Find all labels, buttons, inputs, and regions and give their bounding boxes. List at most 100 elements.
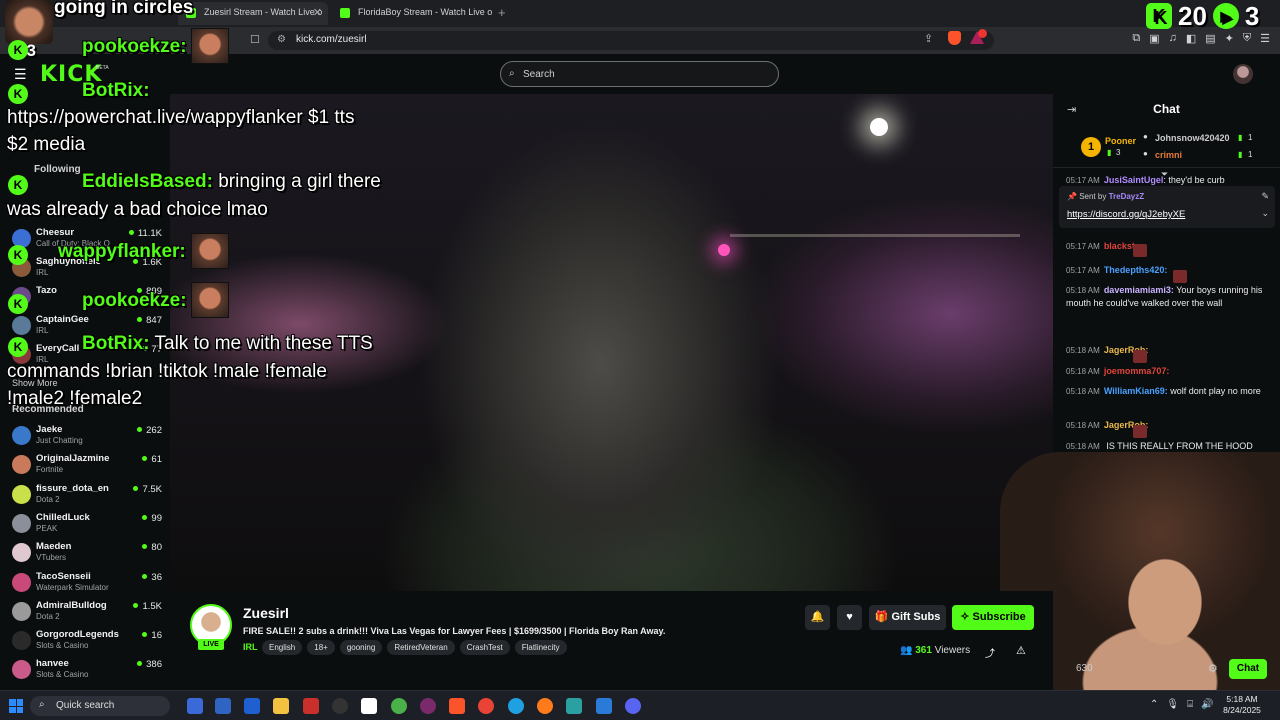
stream-tag[interactable]: 18+ [307, 640, 335, 655]
channel-item[interactable]: AdmiralBulldog Dota 2 1.5K [12, 598, 162, 626]
category-link[interactable]: IRL [243, 642, 258, 652]
leo-icon[interactable]: ✦ [1225, 32, 1234, 45]
chat-username[interactable]: joemomma707: [1104, 366, 1170, 376]
third-name[interactable]: crimni [1155, 150, 1182, 160]
clock[interactable]: 5:18 AM 8/24/2025 [1222, 694, 1262, 716]
wallet-icon[interactable]: ▣ [1149, 32, 1159, 45]
streamer-name[interactable]: Zuesirl [243, 605, 289, 621]
stream-tag[interactable]: RetiredVeteran [387, 640, 455, 655]
stream-tag[interactable]: CrashTest [459, 640, 510, 655]
follow-button[interactable]: ♥ [837, 605, 862, 630]
new-tab-icon[interactable]: + [498, 5, 506, 20]
wallet-icon[interactable]: ▤ [1205, 32, 1215, 45]
channel-category: Waterpark Simulator [36, 582, 109, 592]
chat-username[interactable]: WilliamKian69: [1104, 386, 1168, 396]
vscode-icon[interactable] [596, 698, 612, 714]
chat-username[interactable]: JusiSaintUgel [1104, 175, 1164, 185]
viewer-count: 847 [137, 315, 162, 326]
brave-shield-icon[interactable] [948, 31, 961, 45]
channel-category: IRL [36, 268, 49, 277]
tag-list: English 18+ gooning RetiredVeteran CrashTest… [262, 640, 567, 655]
pin-sender-name[interactable]: TreDayzZ [1109, 192, 1145, 201]
user-avatar[interactable] [1233, 64, 1253, 84]
live-dot [142, 544, 148, 550]
app-icon[interactable] [391, 698, 407, 714]
word-icon[interactable] [215, 698, 231, 714]
tab-zuesirl[interactable]: Zuesirl Stream - Watch Live o ✕ [178, 2, 328, 25]
network-icon[interactable]: ⌸ [1187, 699, 1193, 710]
close-tab-icon[interactable]: ✕ [313, 6, 322, 19]
channel-item[interactable]: ChilledLuck PEAK 99 [12, 510, 162, 538]
app-icon[interactable] [244, 698, 260, 714]
stream-tag[interactable]: Flatlinecity [514, 640, 567, 655]
timestamp: 05:18 AM [1066, 387, 1100, 396]
overlay-message: wappyflanker: [58, 241, 186, 263]
menu-icon[interactable]: ☰ [1260, 32, 1270, 45]
chevron-down-icon[interactable]: ⌄ [1261, 208, 1269, 219]
pinned-link[interactable]: https://discord.gg/qJ2ebyXE [1067, 209, 1185, 220]
second-name[interactable]: Johnsnow420420 [1155, 133, 1230, 143]
chat-username[interactable]: Thedepths420: [1104, 265, 1168, 275]
gift-subs-button[interactable]: 🎁 Gift Subs [869, 605, 946, 630]
app-icon[interactable] [420, 698, 436, 714]
menu-icon[interactable]: ☰ [14, 66, 27, 83]
clock-app-icon[interactable] [332, 698, 348, 714]
app-icon[interactable] [361, 698, 377, 714]
stream-tag[interactable]: English [262, 640, 303, 655]
channel-item[interactable]: hanvee Slots & Casino 386 [12, 656, 162, 684]
channel-item[interactable]: fissure_dota_en Dota 2 7.5K [12, 481, 162, 509]
brave-browser-icon[interactable] [449, 698, 465, 714]
collapse-leaderboard-icon[interactable]: ⏷ [1161, 169, 1168, 180]
tab-label: FloridaBoy Stream - Watch Live on K [358, 7, 492, 17]
bookmark-icon[interactable]: ☐ [250, 33, 260, 46]
tab-floridaboy[interactable]: FloridaBoy Stream - Watch Live on K [332, 2, 492, 25]
mic-icon[interactable]: 🎙 [1166, 699, 1179, 710]
search-input[interactable]: ⌕ Search [500, 61, 779, 87]
subscribe-button[interactable]: ✧ Subscribe [952, 605, 1034, 630]
channel-category: Dota 2 [36, 611, 60, 621]
chrome-icon[interactable] [478, 698, 494, 714]
app-icon[interactable] [303, 698, 319, 714]
share-page-icon[interactable]: ⇪ [924, 32, 933, 45]
volume-icon[interactable]: 🔊 [1201, 699, 1213, 710]
taskbar-search[interactable]: ⌕ Quick search [30, 696, 170, 716]
notify-button[interactable]: 🔔 [805, 605, 830, 630]
channel-item[interactable]: Jaeke Just Chatting 262 [12, 422, 162, 450]
music-icon[interactable]: ♫ [1169, 32, 1177, 45]
edge-icon[interactable] [508, 698, 524, 714]
share-icon[interactable]: ⤴ [985, 645, 995, 660]
kick-badge-icon: K [8, 175, 28, 195]
site-settings-icon[interactable]: ⚙ [277, 34, 286, 45]
channel-item[interactable]: OriginalJazmine Fortnite 61 [12, 451, 162, 479]
stream-tag[interactable]: gooning [339, 640, 383, 655]
app-icon[interactable] [566, 698, 582, 714]
kick-badge-icon: K [8, 337, 28, 357]
channel-item[interactable]: Maeden VTubers 80 [12, 539, 162, 567]
firefox-icon[interactable] [537, 698, 553, 714]
start-button[interactable] [9, 699, 23, 713]
channel-category: Fortnite [36, 465, 64, 475]
channel-category: PEAK [36, 523, 58, 533]
url-field[interactable]: ⚙ kick.com/zuesirl [268, 31, 994, 50]
task-view-icon[interactable] [187, 698, 203, 714]
viewer-count: 16 [142, 630, 162, 641]
chat-settings-icon[interactable]: ⚙ [1208, 662, 1218, 675]
file-explorer-icon[interactable] [273, 698, 289, 714]
leader-name[interactable]: Pooner [1105, 136, 1136, 146]
vpn-icon[interactable]: ⛨ [1243, 32, 1251, 45]
sidebar-toggle-icon[interactable]: ◧ [1186, 32, 1196, 45]
channel-avatar [12, 572, 31, 592]
unpin-icon[interactable]: ✎ [1261, 191, 1269, 202]
extensions-icon[interactable]: ⧉ [1132, 32, 1140, 45]
report-icon[interactable]: ⚠ [1016, 644, 1026, 657]
chat-username[interactable]: davemiamiami3: [1104, 285, 1174, 295]
viewer-count: 36 [142, 572, 162, 583]
discord-icon[interactable] [625, 698, 641, 714]
timestamp: 05:17 AM [1066, 266, 1100, 275]
channel-item[interactable]: TacoSenseii Waterpark Simulator 36 [12, 569, 162, 597]
overlay-message: pookoekze: [82, 36, 187, 58]
channel-item[interactable]: GorgorodLegends Slots & Casino 16 [12, 627, 162, 655]
chat-send-button[interactable]: Chat [1229, 659, 1267, 679]
counter-right: 3 [1244, 0, 1260, 31]
chevron-up-icon[interactable]: ⌃ [1150, 699, 1158, 710]
